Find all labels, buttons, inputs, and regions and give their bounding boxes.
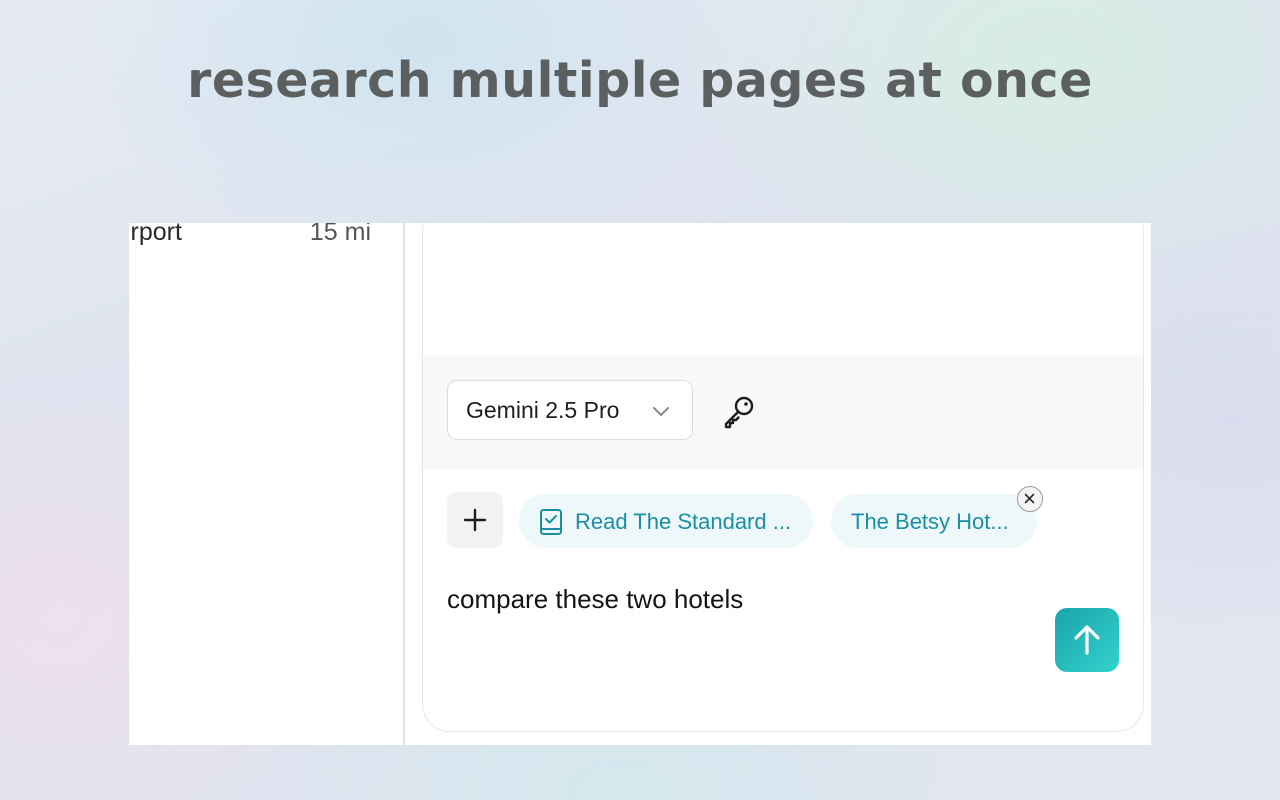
browser-window: irport 15 mi Gemini 2.5 Pro Read The Sta… bbox=[129, 223, 1151, 745]
add-context-button[interactable] bbox=[447, 492, 503, 548]
context-chip-label: The Betsy Hot... bbox=[851, 509, 1009, 534]
arrow-up-icon bbox=[1074, 625, 1100, 655]
book-check-icon bbox=[539, 508, 563, 536]
context-chip[interactable]: The Betsy Hot... bbox=[831, 494, 1037, 548]
plus-icon bbox=[463, 508, 487, 532]
key-icon bbox=[724, 396, 754, 429]
message-input[interactable]: compare these two hotels bbox=[447, 584, 1027, 615]
close-icon bbox=[1024, 493, 1035, 504]
web-page-pane: irport 15 mi bbox=[129, 223, 405, 745]
send-button[interactable] bbox=[1055, 608, 1119, 672]
model-selector-label: Gemini 2.5 Pro bbox=[466, 397, 620, 423]
context-chip[interactable]: Read The Standard ... bbox=[519, 494, 813, 548]
model-selector[interactable]: Gemini 2.5 Pro bbox=[447, 380, 693, 440]
chevron-down-icon bbox=[652, 403, 670, 416]
distance-row: irport 15 mi bbox=[129, 223, 371, 248]
distance-value: 15 mi bbox=[309, 223, 371, 246]
headline: research multiple pages at once bbox=[187, 52, 1093, 109]
distance-label: irport bbox=[129, 223, 182, 246]
remove-chip-button[interactable] bbox=[1017, 486, 1043, 512]
context-chip-label: Read The Standard ... bbox=[575, 509, 792, 534]
api-key-button[interactable] bbox=[720, 392, 758, 430]
chat-composer: Gemini 2.5 Pro Read The Standard ... The… bbox=[422, 223, 1144, 732]
model-toolbar: Gemini 2.5 Pro bbox=[423, 356, 1143, 469]
